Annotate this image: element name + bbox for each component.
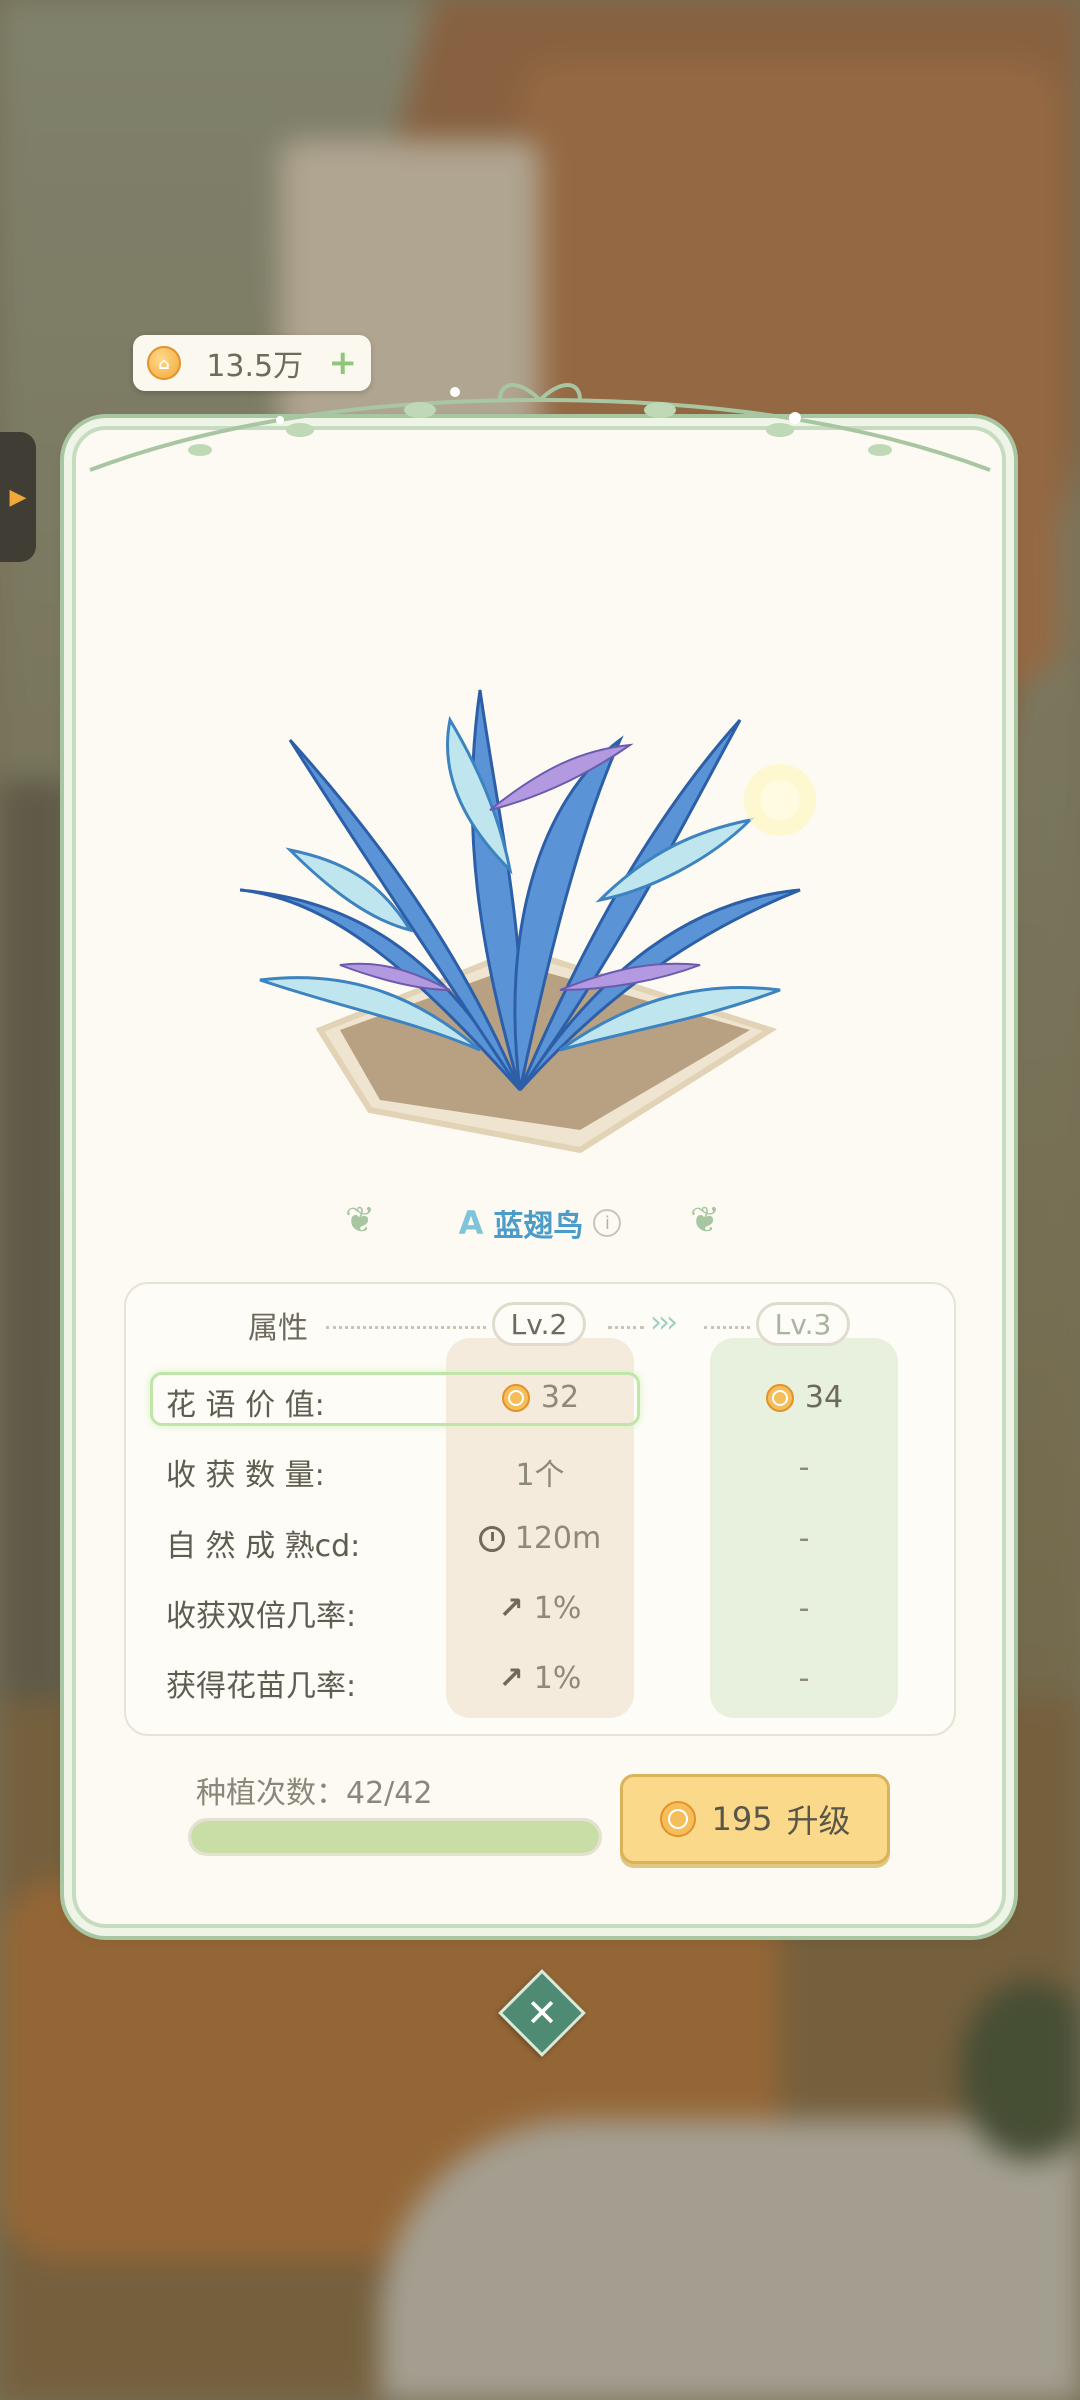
level-arrow-icon: ››› <box>650 1305 678 1340</box>
current-level-badge: Lv.2 <box>492 1302 586 1346</box>
stat-next-value: - <box>798 1591 810 1626</box>
divider-dots <box>326 1326 486 1329</box>
stat-next-value: - <box>798 1450 810 1485</box>
coin-icon <box>765 1383 794 1412</box>
stat-next-value: - <box>798 1521 810 1556</box>
attributes-header: 属性 <box>248 1311 308 1346</box>
upgrade-button[interactable]: 195 升级 <box>620 1774 890 1864</box>
stat-current-value: 1个 <box>515 1458 565 1493</box>
stat-current-value: ↗ 1% <box>498 1591 582 1626</box>
info-icon[interactable]: i <box>593 1209 622 1237</box>
arrow-up-right-icon: ↗ <box>498 1661 524 1696</box>
coin-icon <box>660 1801 697 1837</box>
planting-count-label: 种植次数：42/42 <box>196 1776 433 1811</box>
plant-name-row: A 蓝翅鸟 i <box>340 1195 740 1251</box>
stat-next-value: - <box>798 1661 810 1696</box>
stat-current-value: 120m <box>446 1521 634 1556</box>
progress-fill <box>191 1821 599 1853</box>
chevron-right-icon: ▶ <box>9 484 27 510</box>
rarity-badge-icon: A <box>458 1204 484 1242</box>
plant-illustration <box>239 689 816 1154</box>
stat-label: 自 然 成 熟cd: <box>166 1529 361 1564</box>
close-icon[interactable]: ✕ <box>511 1982 573 2044</box>
clock-icon <box>478 1525 505 1552</box>
plant-name: 蓝翅鸟 <box>493 1209 584 1244</box>
stat-label: 花 语 价 值: <box>166 1388 325 1423</box>
upgrade-cost: 195 <box>711 1800 773 1838</box>
stat-next-value: 34 <box>710 1380 898 1415</box>
stat-label: 获得花苗几率: <box>166 1669 357 1704</box>
arrow-up-right-icon: ↗ <box>498 1591 524 1626</box>
upgrade-label: 升级 <box>786 1802 851 1840</box>
stat-current-value: ↗ 1% <box>498 1661 582 1696</box>
divider-dots <box>608 1326 644 1329</box>
planting-progress-bar <box>188 1818 602 1856</box>
divider-dots <box>704 1326 750 1329</box>
stat-current-value: 32 <box>446 1380 634 1415</box>
coin-icon <box>501 1383 530 1412</box>
stat-label: 收获双倍几率: <box>166 1599 357 1634</box>
next-level-badge: Lv.3 <box>756 1302 850 1346</box>
vine-decoration <box>89 383 991 472</box>
stat-label: 收 获 数 量: <box>166 1458 325 1493</box>
